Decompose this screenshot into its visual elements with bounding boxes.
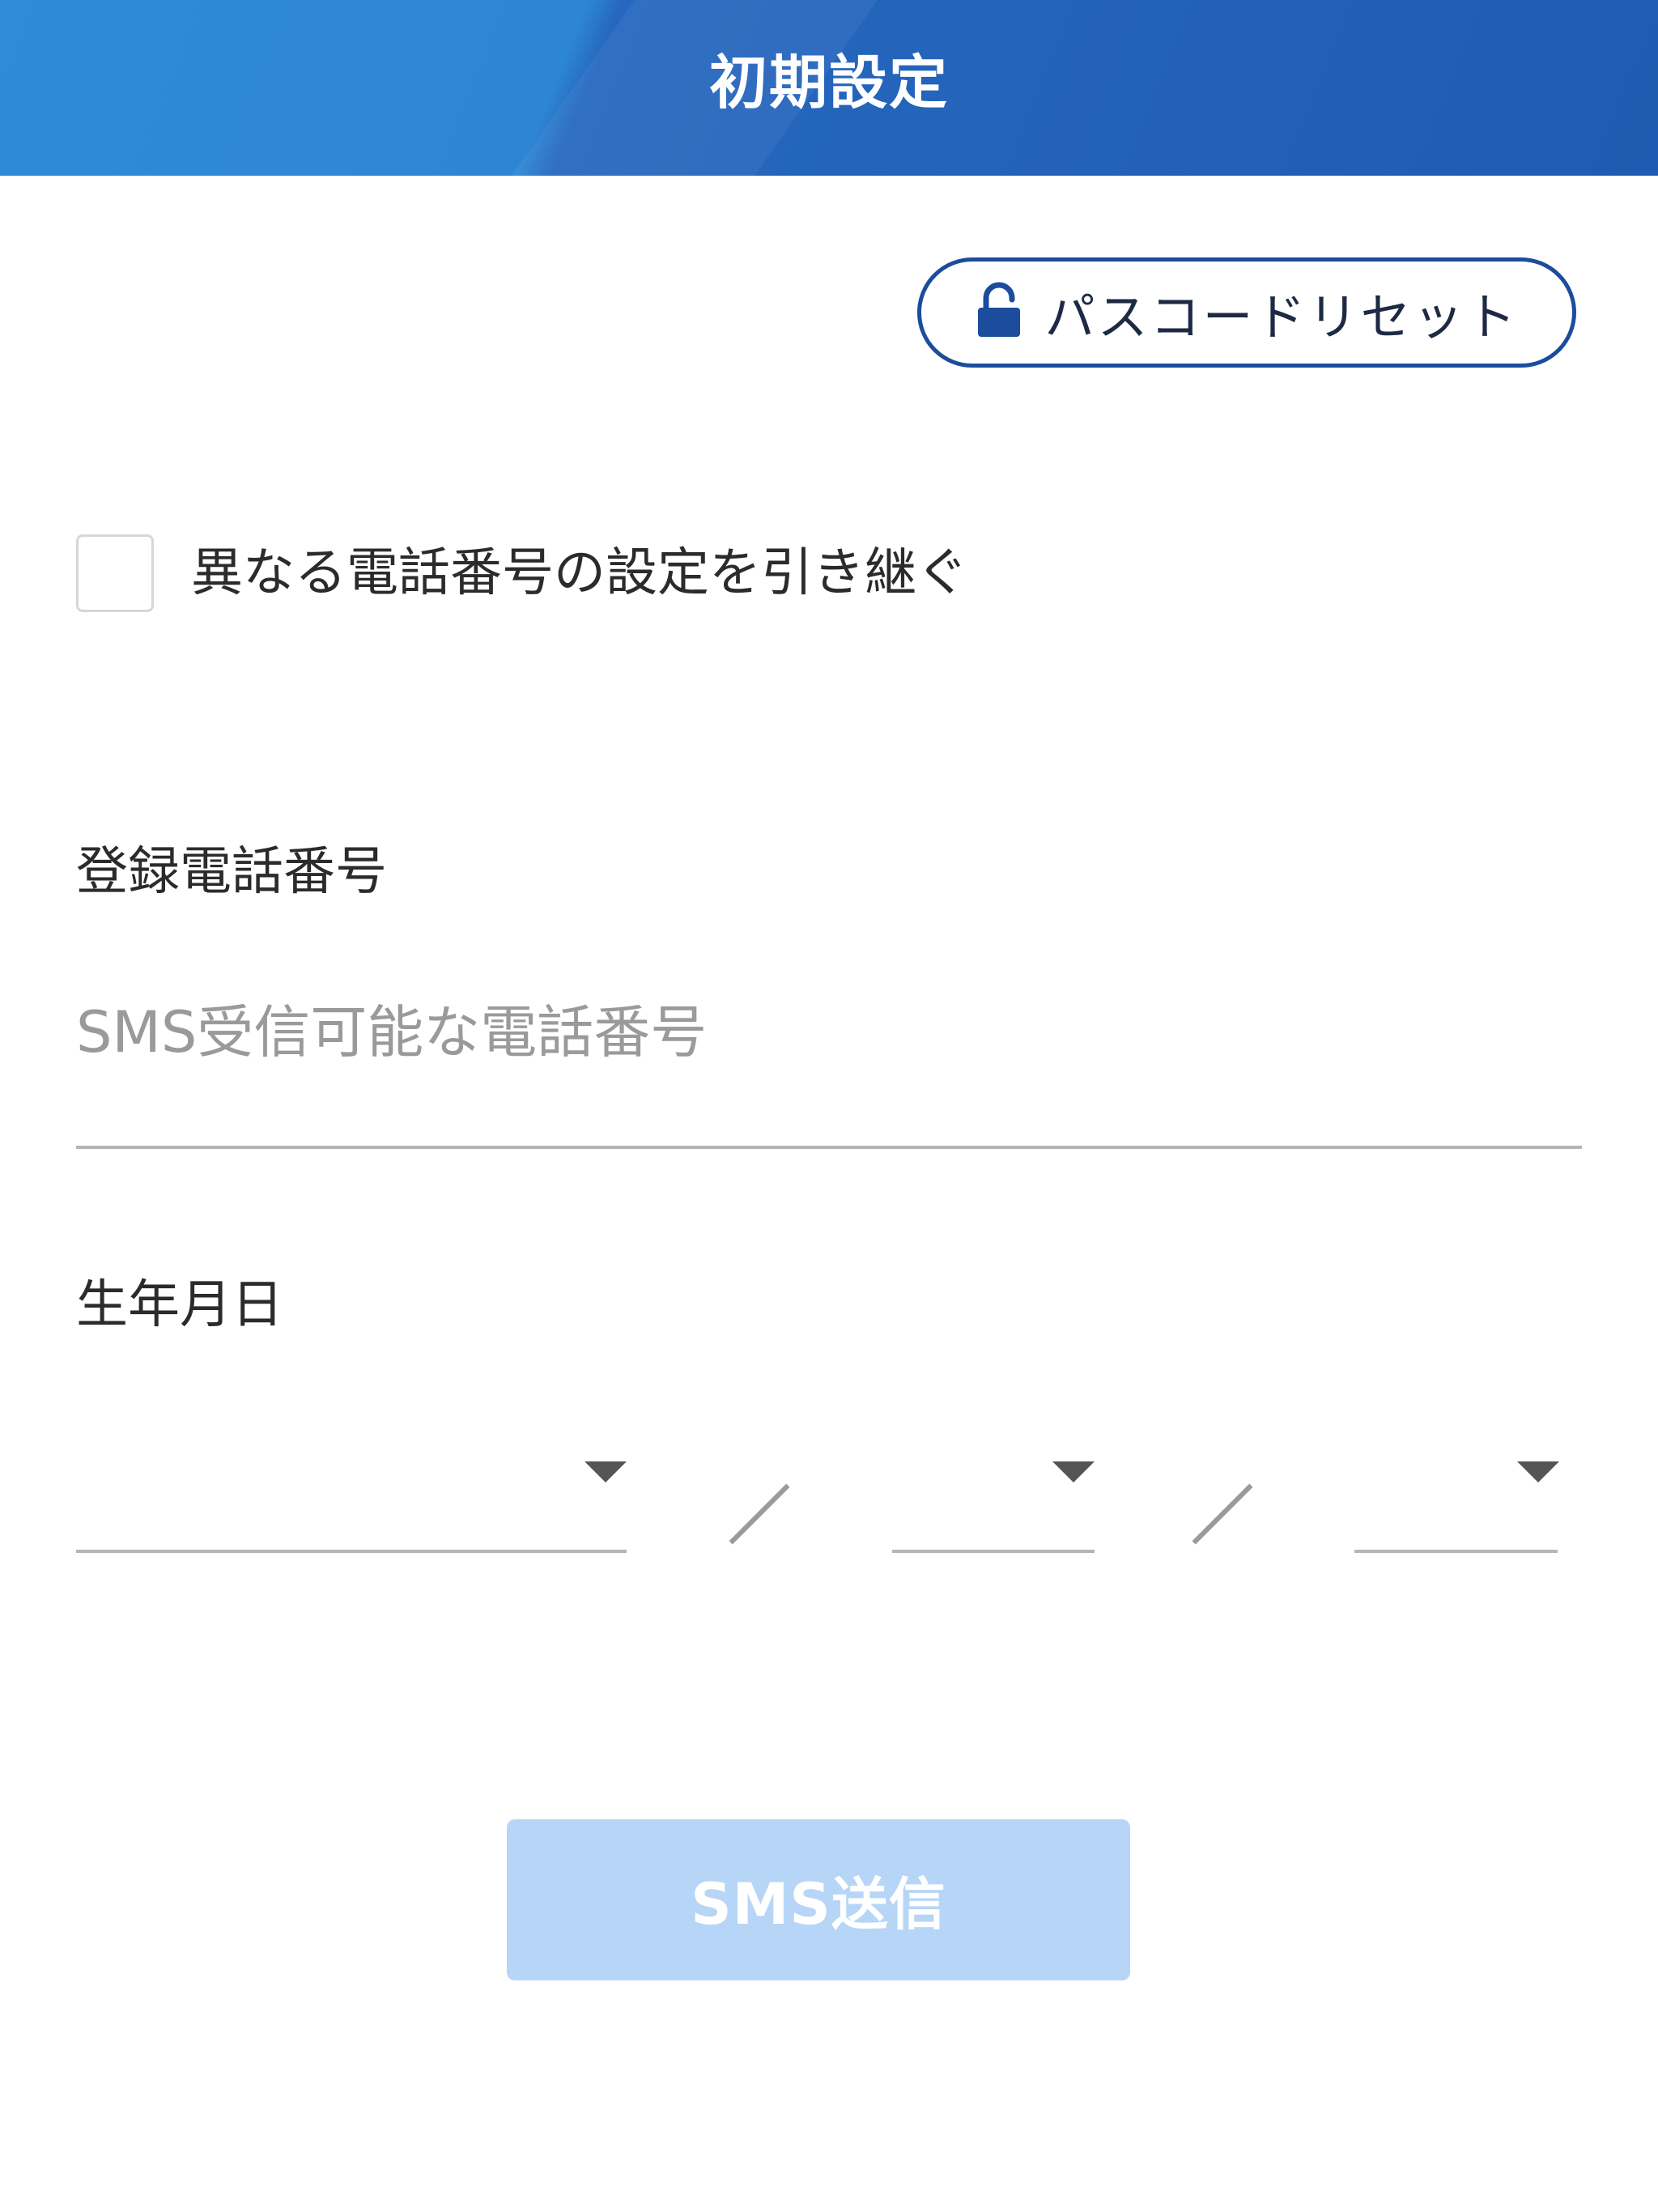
caret-down-icon — [585, 1461, 627, 1482]
birth-month-underline — [892, 1550, 1095, 1553]
phone-underline — [76, 1146, 1582, 1149]
birth-year-select[interactable] — [76, 1425, 627, 1553]
passcode-reset-label: パスコードリセット — [1044, 287, 1519, 347]
unlock-icon — [978, 282, 1021, 337]
birth-year-underline — [76, 1550, 627, 1553]
passcode-reset-button[interactable]: パスコードリセット — [917, 257, 1576, 368]
date-separator-slash — [729, 1483, 790, 1545]
caret-down-icon — [1517, 1461, 1559, 1482]
date-separator-slash — [1192, 1483, 1253, 1545]
phone-field-label: 登録電話番号 — [76, 842, 387, 902]
phone-number-input[interactable] — [76, 984, 1582, 1081]
birth-month-select[interactable] — [892, 1425, 1095, 1553]
sms-send-button[interactable]: SMS送信 — [507, 1819, 1130, 1980]
page-title: 初期設定 — [708, 49, 949, 117]
inherit-setting-label[interactable]: 異なる電話番号の設定を引き継ぐ — [191, 539, 968, 607]
birthday-label: 生年月日 — [76, 1275, 283, 1335]
initial-setup-screen: 初期設定 パスコードリセット 異なる電話番号の設定を引き継ぐ 登録電話番号 生年… — [0, 0, 1658, 2212]
birth-day-select[interactable] — [1354, 1425, 1559, 1553]
caret-down-icon — [1052, 1461, 1095, 1482]
birth-day-underline — [1354, 1550, 1558, 1553]
header-bar: 初期設定 — [0, 0, 1658, 176]
inherit-setting-checkbox[interactable] — [76, 534, 154, 612]
